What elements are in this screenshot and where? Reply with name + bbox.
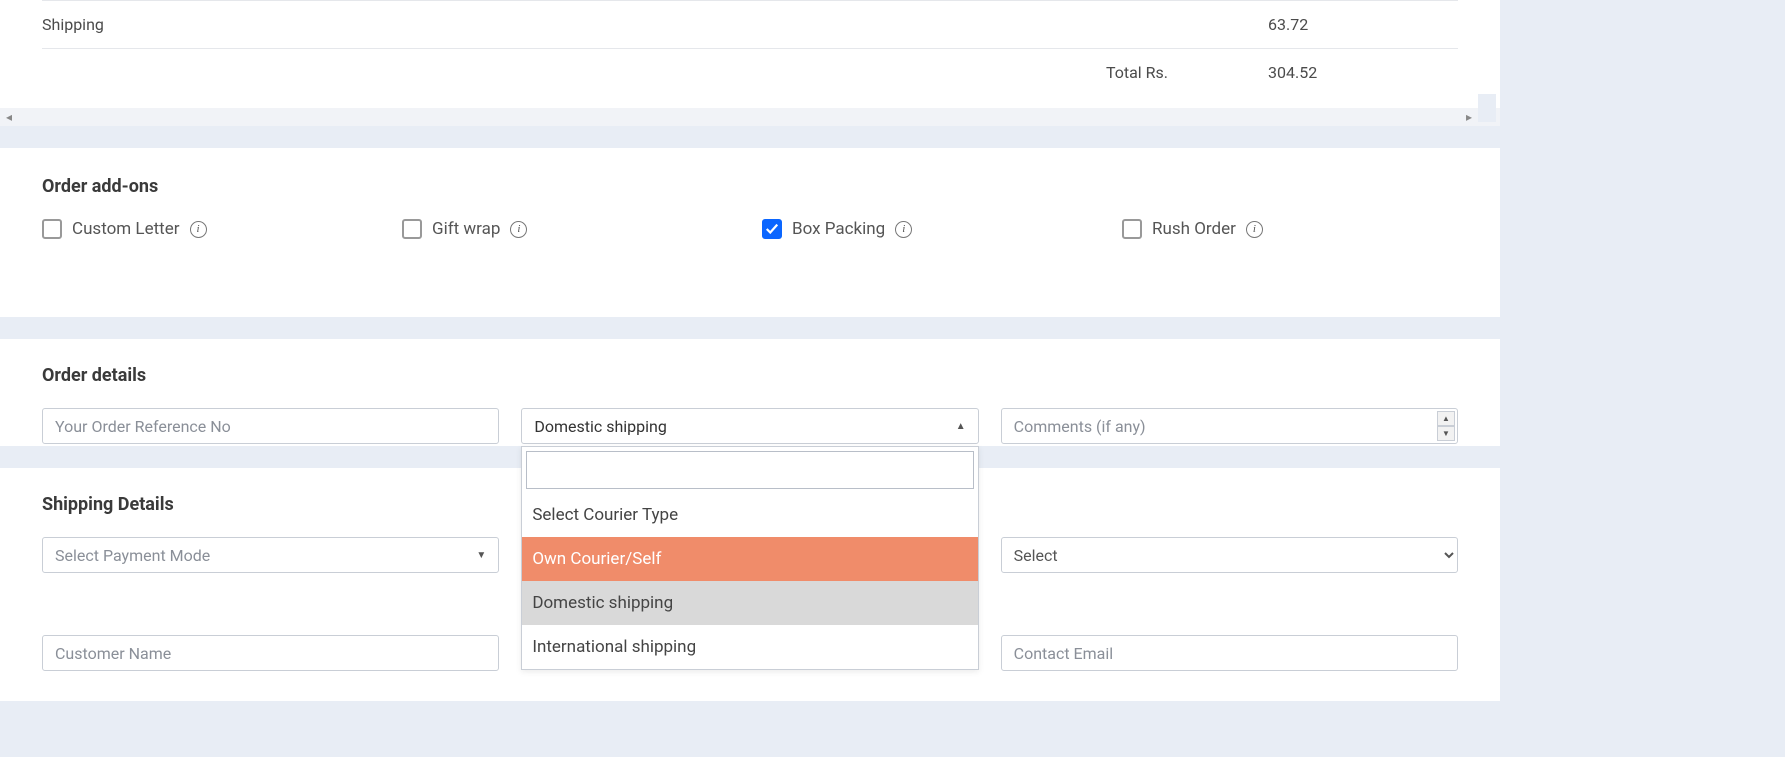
summary-row-total: Total Rs. 304.52 xyxy=(42,48,1458,96)
order-summary: Shipping 63.72 Total Rs. 304.52 ▾ xyxy=(0,0,1500,108)
addon-box-packing-checkbox[interactable] xyxy=(762,219,782,239)
addon-rush-order: Rush Order i xyxy=(1122,219,1263,239)
comments-placeholder: Comments (if any) xyxy=(1014,417,1146,436)
addon-gift-wrap-label: Gift wrap xyxy=(432,219,500,239)
courier-option-own-courier[interactable]: Own Courier/Self xyxy=(522,537,977,581)
chevron-up-icon: ▲ xyxy=(956,421,966,432)
order-addons-section: Order add-ons Custom Letter i Gift wrap … xyxy=(0,148,1500,317)
order-reference-input[interactable] xyxy=(42,408,499,444)
addon-rush-order-label: Rush Order xyxy=(1152,219,1236,239)
summary-total-label: Total Rs. xyxy=(1098,63,1218,82)
scroll-right-icon[interactable]: ▸ xyxy=(1466,110,1472,124)
scroll-left-icon[interactable]: ◂ xyxy=(6,110,12,124)
summary-total-value: 304.52 xyxy=(1218,63,1458,82)
addon-custom-letter-checkbox[interactable] xyxy=(42,219,62,239)
addon-custom-letter: Custom Letter i xyxy=(42,219,402,239)
chevron-down-icon: ▼ xyxy=(476,550,486,561)
addon-box-packing: Box Packing i xyxy=(762,219,1122,239)
addon-rush-order-checkbox[interactable] xyxy=(1122,219,1142,239)
courier-type-search-input[interactable] xyxy=(526,451,973,489)
addon-gift-wrap-checkbox[interactable] xyxy=(402,219,422,239)
courier-type-select[interactable]: Domestic shipping ▲ xyxy=(521,408,978,444)
textarea-resize-handle[interactable]: ▲ ▼ xyxy=(1437,411,1455,441)
shipping-right-select[interactable]: Select xyxy=(1001,537,1458,573)
summary-shipping-label: Shipping xyxy=(42,15,1098,34)
addons-title: Order add-ons xyxy=(42,176,1458,197)
check-icon xyxy=(765,222,779,236)
scrollbar-corner xyxy=(1478,94,1496,122)
customer-name-input[interactable] xyxy=(42,635,499,671)
courier-type-selected-value: Domestic shipping xyxy=(534,417,667,436)
addon-box-packing-label: Box Packing xyxy=(792,219,885,239)
info-icon[interactable]: i xyxy=(895,221,912,238)
payment-mode-select[interactable]: Select Payment Mode ▼ xyxy=(42,537,499,573)
spinner-up-icon[interactable]: ▲ xyxy=(1437,411,1455,426)
spinner-down-icon[interactable]: ▼ xyxy=(1437,426,1455,441)
courier-option-select-type[interactable]: Select Courier Type xyxy=(522,493,977,537)
order-details-section: Order details Domestic shipping ▲ Select… xyxy=(0,339,1500,446)
info-icon[interactable]: i xyxy=(510,221,527,238)
courier-option-domestic[interactable]: Domestic shipping xyxy=(522,581,977,625)
horizontal-scrollbar[interactable]: ◂ ▸ xyxy=(0,108,1500,126)
courier-type-dropdown: Select Courier Type Own Courier/Self Dom… xyxy=(521,446,978,670)
comments-input[interactable]: Comments (if any) ▲ ▼ xyxy=(1001,408,1458,444)
contact-email-input[interactable] xyxy=(1001,635,1458,671)
summary-row-shipping: Shipping 63.72 xyxy=(42,0,1458,48)
order-details-title: Order details xyxy=(42,365,1458,386)
summary-shipping-value: 63.72 xyxy=(1218,15,1458,34)
info-icon[interactable]: i xyxy=(190,221,207,238)
payment-mode-placeholder: Select Payment Mode xyxy=(55,546,210,565)
addon-gift-wrap: Gift wrap i xyxy=(402,219,762,239)
courier-option-international[interactable]: International shipping xyxy=(522,625,977,669)
info-icon[interactable]: i xyxy=(1246,221,1263,238)
addon-custom-letter-label: Custom Letter xyxy=(72,219,180,239)
